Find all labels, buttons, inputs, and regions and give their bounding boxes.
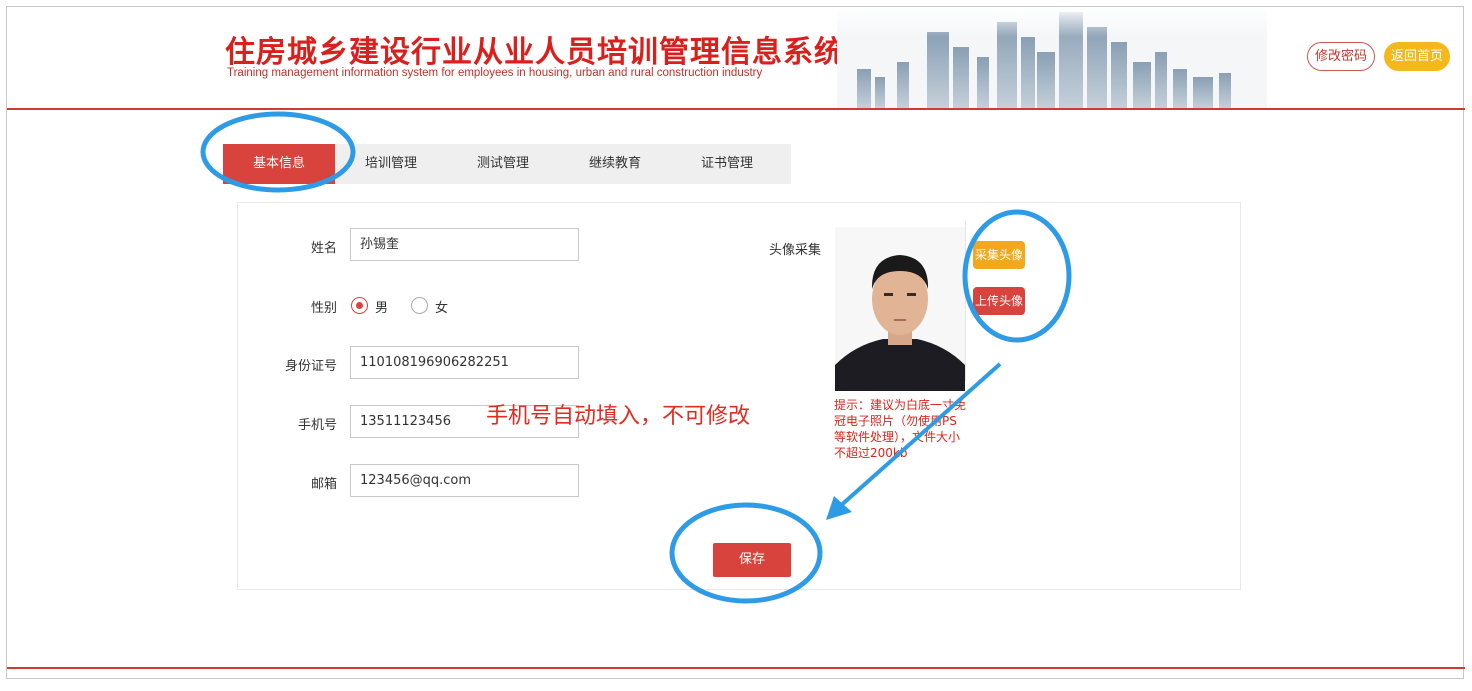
- id-number-field[interactable]: 110108196906282251: [350, 346, 579, 379]
- footer-divider: [7, 667, 1465, 669]
- phone-label: 手机号: [297, 418, 337, 433]
- phone-autofill-annotation: 手机号自动填入，不可修改: [486, 404, 751, 429]
- tab-test-management[interactable]: 测试管理: [447, 144, 559, 184]
- save-button[interactable]: 保存: [713, 543, 791, 577]
- upload-avatar-button[interactable]: 上传头像: [973, 287, 1025, 315]
- capture-avatar-button[interactable]: 采集头像: [973, 241, 1025, 269]
- gender-female-label: 女: [435, 301, 449, 316]
- city-skyline-image: [837, 7, 1267, 108]
- header: 住房城乡建设行业从业人员培训管理信息系统 Training management…: [7, 7, 1465, 111]
- header-divider: [7, 108, 1465, 110]
- id-number-label: 身份证号: [284, 359, 337, 374]
- avatar-photo: [835, 227, 965, 391]
- tab-basic-info[interactable]: 基本信息: [223, 144, 335, 184]
- system-title: 住房城乡建设行业从业人员培训管理信息系统: [225, 35, 845, 70]
- avatar-divider: [965, 221, 966, 381]
- tab-certificate-management[interactable]: 证书管理: [671, 144, 783, 184]
- person-portrait-icon: [835, 227, 965, 391]
- name-label: 姓名: [310, 241, 337, 256]
- back-home-button[interactable]: 返回首页: [1384, 42, 1450, 71]
- gender-male-label: 男: [375, 301, 389, 316]
- gender-label: 性别: [310, 301, 337, 316]
- photo-hint-text: 提示：建议为白底一寸免冠电子照片（勿使用PS等软件处理），文件大小不超过200k…: [834, 398, 967, 460]
- avatar-label: 头像采集: [768, 243, 821, 258]
- change-password-button[interactable]: 修改密码: [1307, 42, 1375, 71]
- basic-info-form: 姓名 孙锡奎 性别 男 女 身份证号 110108196906282251 手机…: [237, 202, 1241, 590]
- tab-training-management[interactable]: 培训管理: [335, 144, 447, 184]
- email-label: 邮箱: [310, 477, 337, 492]
- gender-male-radio[interactable]: [351, 297, 368, 314]
- gender-female-radio[interactable]: [411, 297, 428, 314]
- email-field[interactable]: 123456@qq.com: [350, 464, 579, 497]
- tab-continuing-education[interactable]: 继续教育: [559, 144, 671, 184]
- name-field[interactable]: 孙锡奎: [350, 228, 579, 261]
- system-subtitle: Training management information system f…: [227, 67, 763, 79]
- app-frame: 住房城乡建设行业从业人员培训管理信息系统 Training management…: [6, 6, 1465, 679]
- main-tabs: 基本信息 培训管理 测试管理 继续教育 证书管理: [223, 144, 791, 184]
